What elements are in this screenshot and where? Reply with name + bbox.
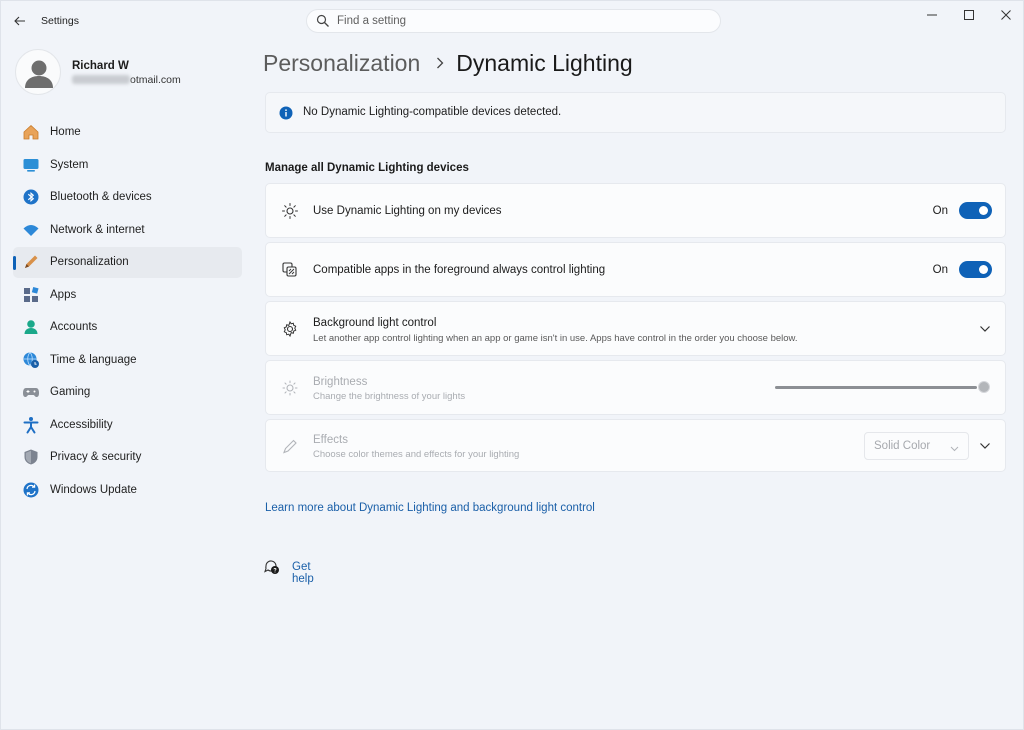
toggle-state: On xyxy=(932,205,948,217)
minimize-icon xyxy=(927,14,937,16)
learn-more-link[interactable]: Learn more about Dynamic Lighting and ba… xyxy=(265,502,595,514)
personalization-icon xyxy=(22,253,40,271)
sidebar-item-label: Gaming xyxy=(50,386,91,398)
avatar[interactable] xyxy=(15,49,61,95)
settings-window: Settings Richard W otmail.com Home Sy xyxy=(0,0,1024,730)
toggle-knob xyxy=(979,206,988,215)
effects-dropdown: Solid Color xyxy=(864,432,969,460)
app-title: Settings xyxy=(41,15,79,27)
layered-apps-icon xyxy=(280,260,300,280)
sun-rays-icon xyxy=(280,201,300,221)
sidebar-item-gaming[interactable]: Gaming xyxy=(13,377,242,408)
compatible-apps-toggle[interactable] xyxy=(959,261,992,278)
sidebar-item-accounts[interactable]: Accounts xyxy=(13,312,242,343)
search-box[interactable] xyxy=(306,9,721,33)
setting-brightness: Brightness Change the brightness of your… xyxy=(265,360,1006,415)
sidebar-item-personalization[interactable]: Personalization xyxy=(13,247,242,278)
setting-title: Effects xyxy=(313,434,348,446)
sidebar-nav: Home System Bluetooth & devices Network … xyxy=(13,117,242,507)
use-dynamic-lighting-toggle[interactable] xyxy=(959,202,992,219)
gear-icon xyxy=(280,319,300,339)
maximize-icon xyxy=(964,10,974,20)
profile-email-suffix: otmail.com xyxy=(130,74,181,86)
redacted-email-prefix xyxy=(72,75,130,84)
effects-dropdown-value: Solid Color xyxy=(874,440,931,452)
home-icon xyxy=(22,123,40,141)
profile-name: Richard W xyxy=(72,60,129,72)
bluetooth-icon xyxy=(22,188,40,206)
breadcrumb: Personalization Dynamic Lighting xyxy=(263,48,633,78)
setting-subtitle: Choose color themes and effects for your… xyxy=(313,449,520,460)
setting-title: Use Dynamic Lighting on my devices xyxy=(313,205,502,217)
sidebar-item-label: Apps xyxy=(50,288,77,301)
chevron-down-icon[interactable] xyxy=(977,438,993,454)
user-icon xyxy=(25,60,53,88)
setting-subtitle: Let another app control lighting when an… xyxy=(313,333,798,344)
search-icon xyxy=(316,14,330,31)
network-icon xyxy=(22,221,40,239)
sidebar-item-system[interactable]: System xyxy=(13,150,242,181)
search-input[interactable] xyxy=(337,13,707,29)
close-icon xyxy=(1001,10,1011,20)
setting-effects: Effects Choose color themes and effects … xyxy=(265,419,1006,472)
sidebar-item-label: Accessibility xyxy=(50,418,113,431)
toggle-state: On xyxy=(932,264,948,276)
brightness-slider-thumb xyxy=(978,381,990,393)
sidebar-item-label: Network & internet xyxy=(50,223,145,236)
breadcrumb-parent[interactable]: Personalization xyxy=(263,50,420,77)
brightness-icon xyxy=(280,378,300,398)
sidebar-item-label: System xyxy=(50,158,89,171)
info-text: No Dynamic Lighting-compatible devices d… xyxy=(303,106,562,118)
chevron-down-icon[interactable] xyxy=(977,321,993,337)
time-language-icon xyxy=(22,351,40,369)
maximize-button[interactable] xyxy=(951,5,987,25)
chevron-down-icon xyxy=(950,441,959,455)
sidebar-item-time-language[interactable]: Time & language xyxy=(13,345,242,376)
sidebar-item-privacy[interactable]: Privacy & security xyxy=(13,442,242,473)
sidebar-item-label: Windows Update xyxy=(50,483,137,496)
sidebar-item-bluetooth[interactable]: Bluetooth & devices xyxy=(13,182,242,213)
apps-icon xyxy=(22,286,40,304)
sidebar-item-label: Privacy & security xyxy=(50,451,142,463)
profile-email: otmail.com xyxy=(72,74,181,86)
page-title: Dynamic Lighting xyxy=(456,49,633,76)
gaming-icon xyxy=(22,383,40,401)
info-icon xyxy=(279,106,293,123)
minimize-button[interactable] xyxy=(914,5,950,25)
brightness-slider-track xyxy=(775,386,977,389)
toggle-knob xyxy=(979,265,988,274)
info-bar: No Dynamic Lighting-compatible devices d… xyxy=(265,92,1006,133)
system-icon xyxy=(22,156,40,174)
windows-update-icon xyxy=(22,481,40,499)
sidebar-item-home[interactable]: Home xyxy=(13,117,242,148)
sidebar-item-windows-update[interactable]: Windows Update xyxy=(13,475,242,506)
sidebar-item-label: Bluetooth & devices xyxy=(50,191,152,203)
sidebar-item-label: Home xyxy=(50,126,81,138)
sidebar-item-label: Accounts xyxy=(50,321,98,333)
setting-title: Background light control xyxy=(313,317,437,329)
sidebar-item-label: Time & language xyxy=(50,353,137,366)
section-title: Manage all Dynamic Lighting devices xyxy=(265,162,469,174)
setting-title: Compatible apps in the foreground always… xyxy=(313,264,606,276)
sidebar-item-apps[interactable]: Apps xyxy=(13,280,242,311)
help-chat-icon xyxy=(264,559,280,578)
title-bar: Settings xyxy=(1,1,1024,41)
brush-icon xyxy=(280,436,300,456)
back-arrow-icon xyxy=(14,16,25,26)
sidebar-item-accessibility[interactable]: Accessibility xyxy=(13,410,242,441)
sidebar-item-label: Personalization xyxy=(50,256,129,268)
get-help-label: Get help xyxy=(292,561,314,585)
privacy-icon xyxy=(22,448,40,466)
back-button[interactable] xyxy=(9,11,31,31)
setting-use-dynamic-lighting[interactable]: Use Dynamic Lighting on my devices On xyxy=(265,183,1006,238)
setting-title: Brightness xyxy=(313,376,368,388)
chevron-right-icon xyxy=(436,57,444,69)
setting-subtitle: Change the brightness of your lights xyxy=(313,391,466,402)
close-button[interactable] xyxy=(988,5,1024,25)
setting-compatible-apps[interactable]: Compatible apps in the foreground always… xyxy=(265,242,1006,297)
setting-background-light-control[interactable]: Background light control Let another app… xyxy=(265,301,1006,356)
accessibility-icon xyxy=(22,416,40,434)
accounts-icon xyxy=(22,318,40,336)
sidebar-item-network[interactable]: Network & internet xyxy=(13,215,242,246)
